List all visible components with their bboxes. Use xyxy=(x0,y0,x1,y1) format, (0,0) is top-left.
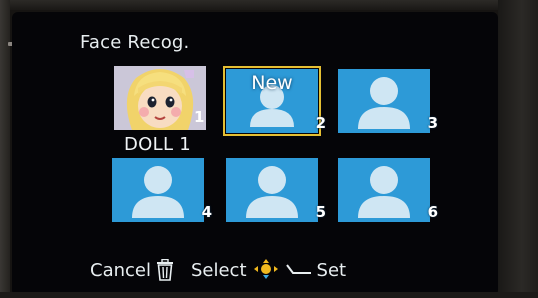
dpad-icon xyxy=(253,259,278,279)
face-name-label: DOLL 1 xyxy=(124,134,192,155)
face-slot-6[interactable]: 6 xyxy=(338,158,438,222)
lcd-screen xyxy=(12,12,498,296)
camera-bezel-right xyxy=(498,0,538,298)
slot-number-1: 1 xyxy=(194,108,205,126)
slot-number-3: 3 xyxy=(427,114,438,132)
camera-bezel-top xyxy=(0,0,538,10)
person-silhouette-icon xyxy=(358,166,410,218)
slot-number-6: 6 xyxy=(427,203,438,221)
camera-bezel-bottom xyxy=(0,292,538,298)
face-slot-5[interactable]: 5 xyxy=(226,158,326,222)
face-slot-1[interactable] xyxy=(114,66,206,130)
trash-icon xyxy=(156,259,173,281)
slot-number-5: 5 xyxy=(315,203,326,221)
slot-number-2: 2 xyxy=(315,114,326,132)
select-label: Select xyxy=(190,259,247,281)
enter-icon xyxy=(285,264,311,274)
person-silhouette-icon xyxy=(246,166,298,218)
face-slot-4[interactable]: 4 xyxy=(112,158,212,222)
person-silhouette-icon xyxy=(132,166,184,218)
new-badge: New xyxy=(251,72,293,94)
button-guide: Cancel Select Set xyxy=(90,258,346,282)
slot-number-4: 4 xyxy=(201,203,212,221)
doll-face-photo xyxy=(114,66,206,130)
page-title: Face Recog. xyxy=(80,32,190,53)
face-slot-2[interactable]: New 2 xyxy=(223,66,326,136)
face-slot-3[interactable]: 3 xyxy=(338,69,438,133)
cancel-label: Cancel xyxy=(90,259,151,281)
person-silhouette-icon xyxy=(358,77,410,129)
set-label: Set xyxy=(316,259,347,281)
